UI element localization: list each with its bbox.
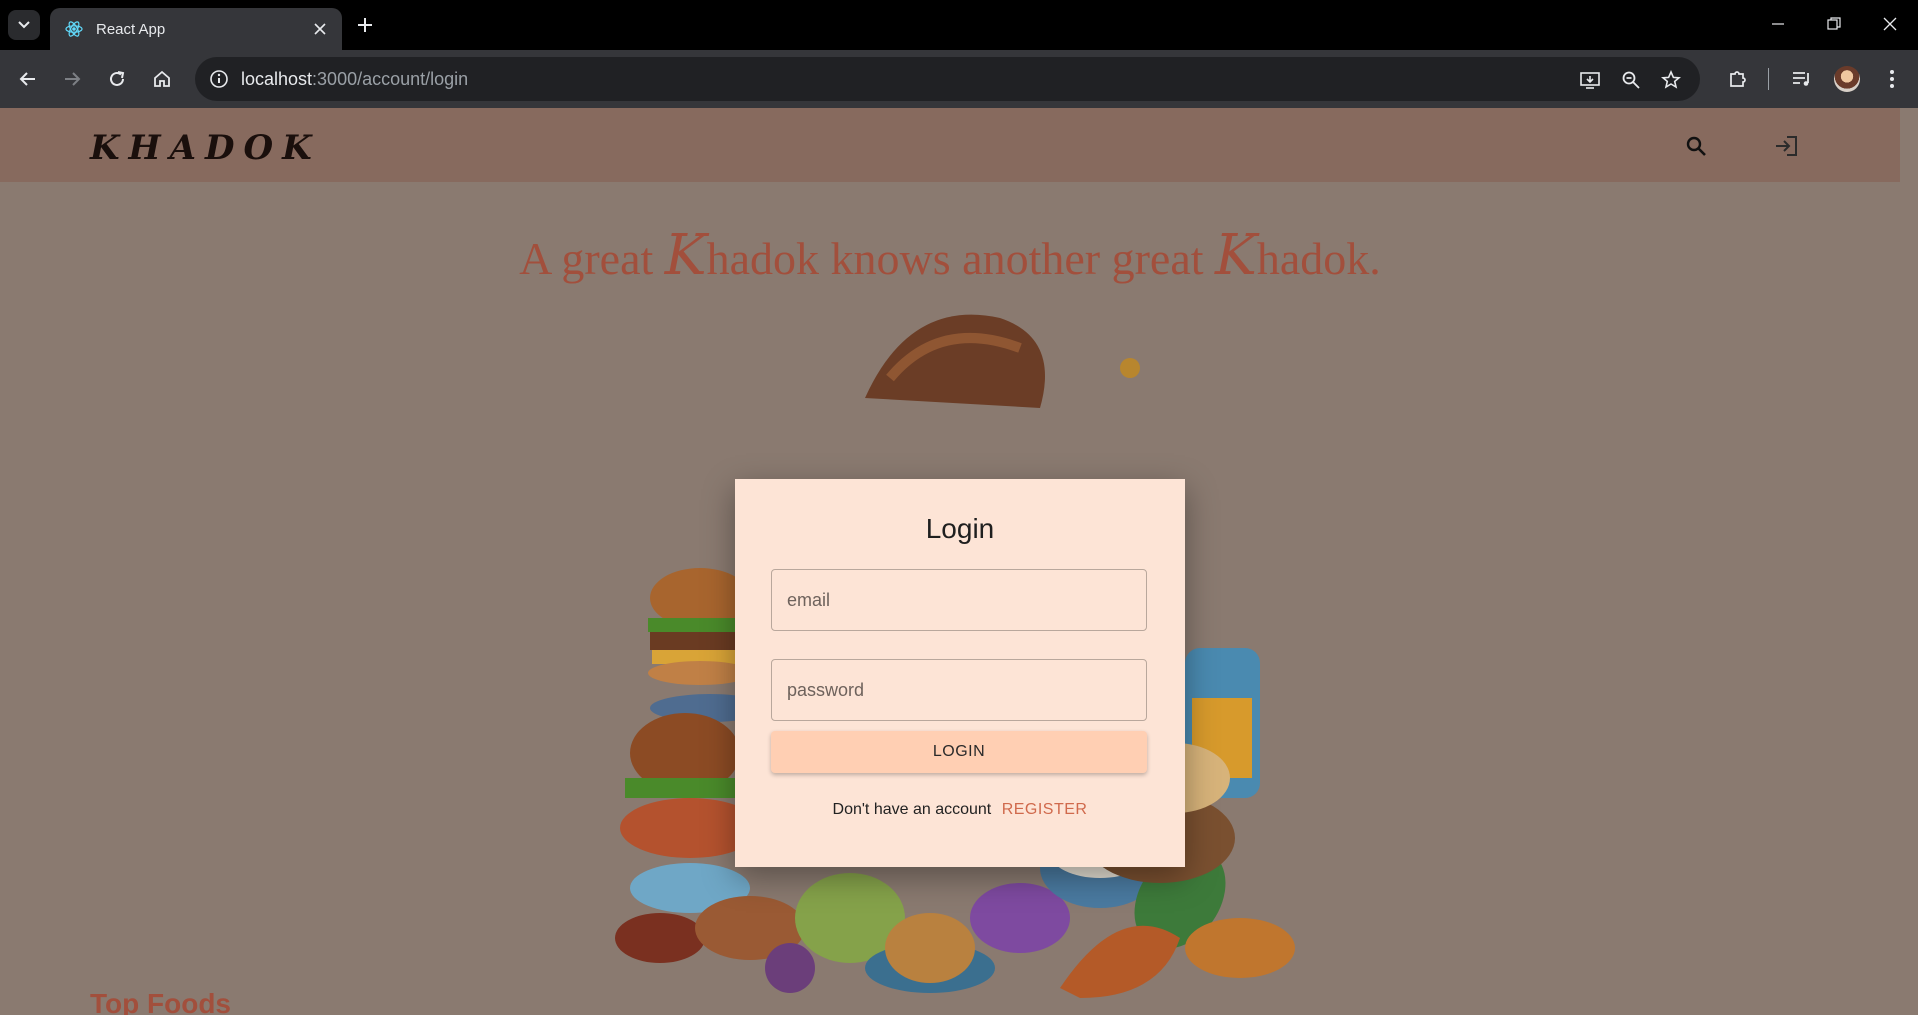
new-tab-button[interactable] <box>352 12 378 38</box>
profile-avatar[interactable] <box>1834 66 1860 92</box>
email-field[interactable] <box>771 569 1147 631</box>
register-prompt: Don't have an account <box>832 801 992 818</box>
plus-icon <box>358 18 372 32</box>
site-info-icon[interactable] <box>207 67 231 91</box>
section-title-top-foods: Top Foods <box>90 988 231 1015</box>
home-button[interactable] <box>146 63 178 95</box>
page-scrollbar[interactable] <box>1900 108 1918 1015</box>
site-header: KHADOK <box>0 108 1900 182</box>
media-queue-icon <box>1793 72 1809 86</box>
back-button[interactable] <box>12 63 44 95</box>
chevron-down-icon <box>18 21 30 29</box>
close-icon <box>1883 17 1897 31</box>
address-bar[interactable]: localhost:3000/account/login <box>195 57 1700 101</box>
tab-search-button[interactable] <box>8 10 40 40</box>
restore-button[interactable] <box>1816 10 1852 38</box>
zoom-icon[interactable] <box>1618 67 1644 93</box>
tagline-k-2: K <box>1215 223 1257 288</box>
register-row: Don't have an account REGISTER <box>735 801 1185 819</box>
login-button[interactable]: LOGIN <box>771 731 1147 773</box>
password-field[interactable] <box>771 659 1147 721</box>
restore-icon <box>1827 17 1841 30</box>
url-text: localhost:3000/account/login <box>241 69 468 90</box>
browser-menu-button[interactable] <box>1876 63 1908 95</box>
close-window-button[interactable] <box>1872 10 1908 38</box>
arrow-right-icon <box>65 72 81 86</box>
media-control-button[interactable] <box>1786 63 1818 95</box>
more-vert-icon <box>1890 70 1894 88</box>
reload-icon <box>110 71 125 86</box>
page-content: KHADOK A great Khadok knows another grea… <box>0 108 1918 1015</box>
login-dialog: Login LOGIN Don't have an account REGIST… <box>735 479 1185 867</box>
extensions-button[interactable] <box>1722 63 1754 95</box>
puzzle-icon <box>1730 71 1746 87</box>
login-title: Login <box>925 513 995 544</box>
tagline: A great Khadok knows another great Khado… <box>0 223 1900 288</box>
register-link[interactable]: REGISTER <box>1002 801 1088 818</box>
browser-toolbar: localhost:3000/account/login <box>0 50 1918 108</box>
site-logo[interactable]: KHADOK <box>90 128 321 168</box>
minimize-icon <box>1772 23 1784 25</box>
bookmark-star-icon[interactable] <box>1658 67 1684 93</box>
install-app-icon[interactable] <box>1577 67 1603 93</box>
tab-close-icon[interactable] <box>310 19 330 39</box>
react-icon <box>64 19 84 39</box>
toolbar-separator <box>1768 68 1769 90</box>
home-icon <box>154 70 170 87</box>
tagline-k-1: K <box>664 223 707 288</box>
browser-tabstrip: React App <box>0 0 1918 50</box>
arrow-left-icon <box>19 72 35 86</box>
tab-title: React App <box>96 20 166 38</box>
reload-button[interactable] <box>101 63 133 95</box>
search-icon[interactable] <box>1680 130 1712 162</box>
tagline-part-3: hadok. <box>1256 233 1381 284</box>
tagline-part-2: hadok knows another great <box>706 233 1216 284</box>
url-host: localhost <box>241 69 313 89</box>
tagline-part-1: A great <box>519 233 665 284</box>
login-icon[interactable] <box>1770 130 1802 162</box>
forward-button[interactable] <box>56 63 88 95</box>
browser-tab[interactable]: React App <box>50 8 342 50</box>
url-path: :3000/account/login <box>312 69 469 89</box>
minimize-button[interactable] <box>1760 10 1796 38</box>
